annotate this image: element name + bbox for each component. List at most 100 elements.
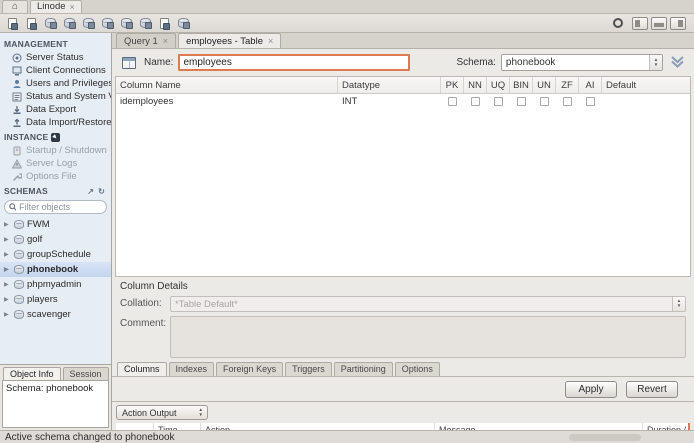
connection-tabbar: ⌂ Linode × — [0, 0, 694, 14]
create-view-icon[interactable] — [99, 16, 116, 31]
mysql-workbench-window: ⌂ Linode × MANAGEMENT — [0, 0, 694, 443]
expander-icon[interactable]: ▶ — [4, 281, 11, 288]
stepper-icon[interactable]: ▲▼ — [649, 55, 662, 70]
ai-checkbox[interactable] — [586, 97, 595, 106]
schema-item-phonebook[interactable]: ▶ phonebook — [0, 262, 111, 277]
refresh-schemas-icon[interactable]: ↻ — [96, 187, 107, 196]
editor-tabbar: Query 1 × employees - Table × — [112, 33, 694, 49]
search-data-icon[interactable] — [156, 16, 173, 31]
col-header-datatype[interactable]: Datatype — [338, 77, 441, 93]
tab-indexes[interactable]: Indexes — [169, 362, 215, 376]
power-icon — [12, 146, 22, 156]
create-schema-icon[interactable] — [61, 16, 78, 31]
sidebar-item-options-file[interactable]: Options File — [0, 170, 111, 183]
col-header-column-name[interactable]: Column Name — [116, 77, 338, 93]
tab-triggers[interactable]: Triggers — [285, 362, 332, 376]
pk-checkbox[interactable] — [448, 97, 457, 106]
col-header-ai[interactable]: AI — [579, 77, 602, 93]
sidebar-item-data-export[interactable]: Data Export — [0, 103, 111, 116]
stepper-icon: ▲▼ — [199, 408, 207, 418]
tab-query-1[interactable]: Query 1 × — [116, 33, 176, 48]
connection-tab-linode[interactable]: Linode × — [30, 0, 82, 13]
expander-icon[interactable]: ▶ — [4, 251, 11, 258]
create-function-icon[interactable] — [137, 16, 154, 31]
open-script-icon[interactable] — [23, 16, 40, 31]
schema-item-scavenger[interactable]: ▶ scavenger — [0, 307, 111, 322]
stepper-icon: ▲▼ — [672, 297, 685, 311]
help-ring-icon[interactable] — [613, 18, 623, 28]
sidebar-item-users-privileges[interactable]: Users and Privileges — [0, 77, 111, 90]
col-header-uq[interactable]: UQ — [487, 77, 510, 93]
column-details-title: Column Details — [120, 281, 686, 292]
sidebar-item-status-system-variables[interactable]: Status and System Variables — [0, 90, 111, 103]
expander-icon[interactable]: ▶ — [4, 296, 11, 303]
schema-item-groupschedule[interactable]: ▶ groupSchedule — [0, 247, 111, 262]
expand-schemas-icon[interactable]: ↗ — [85, 187, 96, 196]
sidebar-item-server-status[interactable]: Server Status — [0, 51, 111, 64]
sidebar-item-client-connections[interactable]: Client Connections — [0, 64, 111, 77]
tab-session[interactable]: Session — [63, 367, 109, 380]
tab-columns[interactable]: Columns — [117, 362, 167, 376]
comment-textarea[interactable] — [170, 316, 686, 358]
schema-filter-input[interactable] — [19, 202, 102, 212]
zf-checkbox[interactable] — [563, 97, 572, 106]
sidebar-item-data-import-restore[interactable]: Data Import/Restore — [0, 116, 111, 129]
tab-options[interactable]: Options — [395, 362, 440, 376]
col-header-un[interactable]: UN — [533, 77, 556, 93]
expander-icon[interactable]: ▶ — [4, 236, 11, 243]
output-selector[interactable]: Action Output ▲▼ — [116, 405, 208, 420]
col-header-zf[interactable]: ZF — [556, 77, 579, 93]
create-procedure-icon[interactable] — [118, 16, 135, 31]
col-header-default[interactable]: Default — [602, 77, 690, 93]
system-variables-icon — [12, 92, 22, 102]
expander-icon[interactable]: ▶ — [4, 221, 11, 228]
sidebar-item-startup-shutdown[interactable]: Startup / Shutdown — [0, 144, 111, 157]
status-bar: Active schema changed to phonebook — [0, 430, 694, 443]
tab-object-info[interactable]: Object Info — [3, 367, 61, 380]
home-tab[interactable]: ⌂ — [2, 0, 28, 13]
schema-item-fwm[interactable]: ▶ FWM — [0, 217, 111, 232]
apply-button[interactable]: Apply — [565, 381, 617, 398]
toggle-right-panel-icon[interactable] — [670, 17, 686, 30]
editor-bottom-tabbar: Columns Indexes Foreign Keys Triggers Pa… — [112, 362, 694, 377]
tab-foreign-keys[interactable]: Foreign Keys — [216, 362, 283, 376]
expander-icon[interactable]: ▶ — [4, 311, 11, 318]
grid-empty-area[interactable] — [116, 109, 690, 276]
home-icon: ⌂ — [12, 1, 18, 12]
toggle-left-panel-icon[interactable] — [632, 17, 648, 30]
un-checkbox[interactable] — [540, 97, 549, 106]
bin-checkbox[interactable] — [517, 97, 526, 106]
column-row-idemployees[interactable]: idemployees INT — [116, 94, 690, 109]
schema-item-players[interactable]: ▶ players — [0, 292, 111, 307]
schema-item-golf[interactable]: ▶ golf — [0, 232, 111, 247]
table-name-input[interactable] — [178, 54, 410, 71]
schema-icon — [14, 310, 24, 319]
expander-icon[interactable]: ▶ — [4, 266, 11, 273]
col-header-nn[interactable]: NN — [464, 77, 487, 93]
tab-employees-table[interactable]: employees - Table × — [178, 33, 281, 48]
new-query-icon[interactable] — [4, 16, 21, 31]
revert-button[interactable]: Revert — [626, 381, 678, 398]
sidebar-item-server-logs[interactable]: Server Logs — [0, 157, 111, 170]
reconnect-icon[interactable] — [175, 16, 192, 31]
server-info-icon[interactable] — [42, 16, 59, 31]
schema-item-phpmyadmin[interactable]: ▶ phpmyadmin — [0, 277, 111, 292]
col-header-bin[interactable]: BIN — [510, 77, 533, 93]
table-icon — [122, 57, 136, 69]
collapse-header-icon[interactable] — [669, 55, 686, 71]
tab-partitioning[interactable]: Partitioning — [334, 362, 393, 376]
toggle-bottom-panel-icon[interactable] — [651, 17, 667, 30]
col-header-pk[interactable]: PK — [441, 77, 464, 93]
schema-select[interactable]: phonebook ▲▼ — [501, 54, 663, 71]
close-icon[interactable]: × — [70, 1, 75, 13]
uq-checkbox[interactable] — [494, 97, 503, 106]
close-icon[interactable]: × — [163, 36, 168, 46]
server-status-icon — [12, 53, 22, 63]
nn-checkbox[interactable] — [471, 97, 480, 106]
collation-select[interactable]: *Table Default* ▲▼ — [170, 296, 686, 312]
search-icon — [9, 203, 16, 211]
close-icon[interactable]: × — [268, 36, 273, 46]
action-output-panel: Action Output ▲▼ Time Action Message Dur… — [112, 402, 694, 430]
table-editor-header: Name: Schema: phonebook ▲▼ — [112, 49, 694, 76]
create-table-icon[interactable] — [80, 16, 97, 31]
